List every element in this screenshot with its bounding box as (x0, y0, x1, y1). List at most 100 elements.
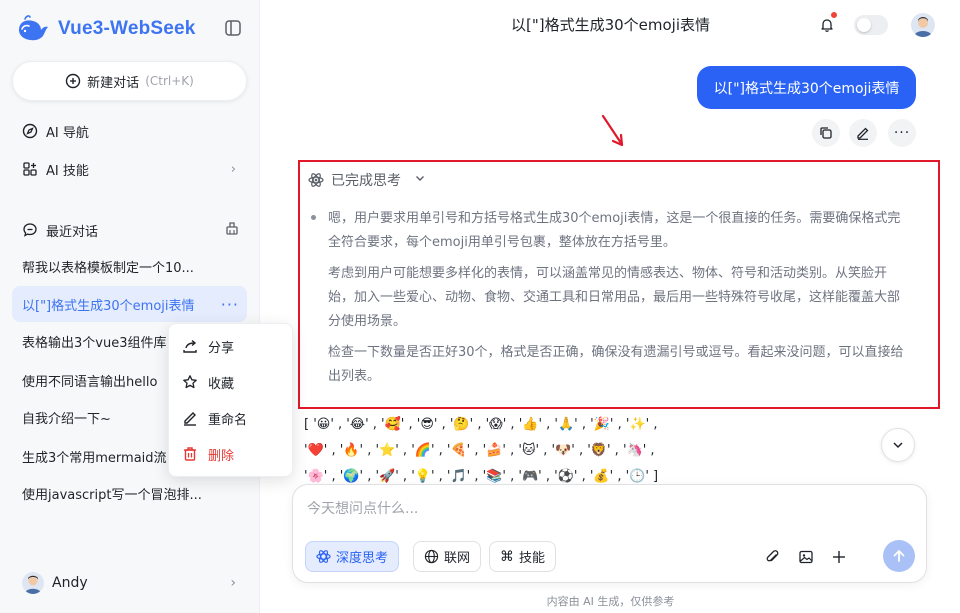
nav-ai-skills[interactable]: AI 技能 › (22, 157, 244, 181)
scroll-to-bottom-button[interactable] (881, 428, 915, 462)
history-item[interactable]: 使用javascript写一个冒泡排... (12, 475, 247, 511)
menu-item-share[interactable]: 分享 (169, 328, 292, 364)
thinking-paragraph: 检查一下数量是否正好30个，格式是否正确，确保没有遗漏引号或逗号。看起来没问题，… (328, 345, 904, 384)
user-name: Andy (52, 575, 88, 591)
recent-chats-label: 最近对话 (46, 224, 99, 240)
image-icon (799, 550, 813, 564)
history-title: 以["]格式生成30个emoji表情 (22, 298, 195, 314)
message-more-button[interactable]: ··· (888, 119, 916, 147)
sidebar-panel-icon (225, 20, 241, 36)
avatar (22, 572, 44, 594)
chevron-right-icon: › (230, 575, 236, 591)
new-chat-shortcut: (Ctrl+K) (145, 74, 194, 88)
thinking-label: 已完成思考 (331, 173, 401, 189)
emoji-line: [ '😀' , '😂' , '🥰' , '😎' , '🤔' , '😱' , '👍… (304, 417, 658, 432)
history-item-active[interactable]: 以["]格式生成30个emoji表情 ··· (12, 286, 247, 322)
new-chat-label: 新建对话 (87, 75, 140, 91)
plus-icon (833, 551, 845, 563)
theme-toggle[interactable] (854, 15, 888, 35)
history-title: 帮我以表格模板制定一个10... (22, 260, 194, 276)
pencil-icon (857, 127, 869, 140)
compass-icon (22, 123, 38, 139)
nav-ai-navigation[interactable]: AI 导航 (22, 119, 244, 143)
header-avatar[interactable] (911, 13, 935, 37)
bullet-dot (311, 215, 316, 220)
more-tools-button[interactable] (827, 545, 851, 569)
ai-disclaimer: 内容由 AI 生成，仅供参考 (546, 595, 675, 608)
upload-image-button[interactable] (794, 545, 818, 569)
toggle-knob (857, 18, 871, 32)
brand-name: Vue3-WebSeek (58, 18, 196, 39)
sidebar-toggle-button[interactable] (220, 15, 246, 41)
chip-label: 技能 (519, 551, 546, 566)
sidebar: Vue3-WebSeek 新建对话 (Ctrl+K) AI 导航 AI 技能 ›… (0, 0, 260, 613)
history-title: 生成3个常用mermaid流 (22, 450, 167, 466)
history-title: 表格输出3个vue3组件库 (22, 335, 167, 351)
composer: 深度思考 联网 ⌘ 技能 (292, 484, 927, 583)
chevron-down-icon (414, 172, 426, 188)
chip-label: 深度思考 (336, 551, 389, 566)
thinking-content: 嗯，用户要求用单引号和方括号格式生成30个emoji表情，这是一个很直接的任务。… (311, 207, 906, 389)
user-message-bubble: 以["]格式生成30个emoji表情 (697, 66, 916, 109)
emoji-line: '❤️' , '🔥' , '⭐' , '🌈' , '🍕' , '🍰' , '🐱'… (304, 443, 655, 458)
attach-file-button[interactable] (761, 545, 785, 569)
annotation-arrow-icon (601, 114, 624, 147)
chip-label: 联网 (444, 551, 471, 566)
menu-item-favorite[interactable]: 收藏 (169, 364, 292, 400)
thinking-paragraph: 考虑到用户可能想要多样化的表情，可以涵盖常见的情感表达、物体、符号和活动类别。从… (328, 266, 901, 329)
nav-label: AI 技能 (46, 163, 89, 179)
skills-toggle[interactable]: ⌘ 技能 (489, 541, 557, 572)
new-chat-button[interactable]: 新建对话 (Ctrl+K) (12, 61, 247, 101)
message-input[interactable] (307, 501, 907, 517)
edit-icon (184, 412, 196, 426)
grid-plus-icon (23, 162, 37, 176)
history-title: 使用不同语言输出hello (22, 374, 158, 390)
history-title: 使用javascript写一个冒泡排... (22, 487, 202, 503)
menu-label: 收藏 (208, 376, 235, 392)
arrow-up-icon (893, 550, 905, 562)
paperclip-icon (766, 550, 779, 562)
star-icon (183, 375, 197, 389)
nav-label: AI 导航 (46, 125, 89, 141)
clear-history-button[interactable] (224, 220, 240, 240)
brand[interactable]: Vue3-WebSeek (16, 14, 196, 44)
deep-think-toggle[interactable]: 深度思考 (305, 541, 400, 572)
chat-bubble-icon (23, 223, 37, 237)
menu-item-delete[interactable]: 删除 (169, 436, 292, 472)
history-title: 自我介绍一下~ (22, 411, 111, 427)
chat-main: 以["]格式生成30个emoji表情 以["]格式生成30个emoji表情 ··… (261, 0, 960, 613)
menu-label: 分享 (208, 340, 235, 356)
chevron-down-icon (893, 442, 903, 449)
notification-dot (831, 12, 837, 18)
menu-item-rename[interactable]: 重命名 (169, 400, 292, 436)
thinking-toggle[interactable]: 已完成思考 (308, 170, 426, 190)
recent-chats-header: 最近对话 (22, 219, 244, 241)
chevron-right-icon: › (230, 161, 236, 177)
atom-icon (316, 550, 331, 563)
user-profile[interactable]: Andy › (22, 570, 244, 596)
send-button[interactable] (883, 540, 915, 572)
notifications-button[interactable] (814, 12, 840, 38)
web-search-toggle[interactable]: 联网 (413, 541, 482, 572)
whale-logo-icon (19, 15, 48, 41)
command-icon: ⌘ (500, 548, 514, 565)
thinking-paragraph: 嗯，用户要求用单引号和方括号格式生成30个emoji表情，这是一个很直接的任务。… (328, 211, 901, 250)
trash-icon (184, 447, 196, 461)
edit-message-button[interactable] (849, 119, 877, 147)
menu-label: 重命名 (208, 412, 248, 428)
menu-label: 删除 (208, 448, 235, 464)
emoji-output: [ '😀' , '😂' , '🥰' , '😎' , '🤔' , '😱' , '👍… (304, 412, 884, 490)
globe-icon (424, 549, 439, 564)
copy-message-button[interactable] (812, 119, 840, 147)
more-options-icon[interactable]: ··· (221, 295, 239, 314)
more-icon: ··· (893, 125, 911, 141)
history-item[interactable]: 帮我以表格模板制定一个10... (12, 248, 247, 284)
broom-icon (226, 222, 238, 235)
bell-icon (821, 19, 833, 32)
share-icon (183, 339, 197, 353)
history-context-menu: 分享 收藏 重命名 删除 (168, 323, 293, 477)
atom-icon (308, 173, 324, 187)
plus-circle-icon (65, 73, 81, 89)
thinking-panel: 已完成思考 嗯，用户要求用单引号和方括号格式生成30个emoji表情，这是一个很… (298, 160, 940, 409)
copy-icon (820, 127, 832, 139)
